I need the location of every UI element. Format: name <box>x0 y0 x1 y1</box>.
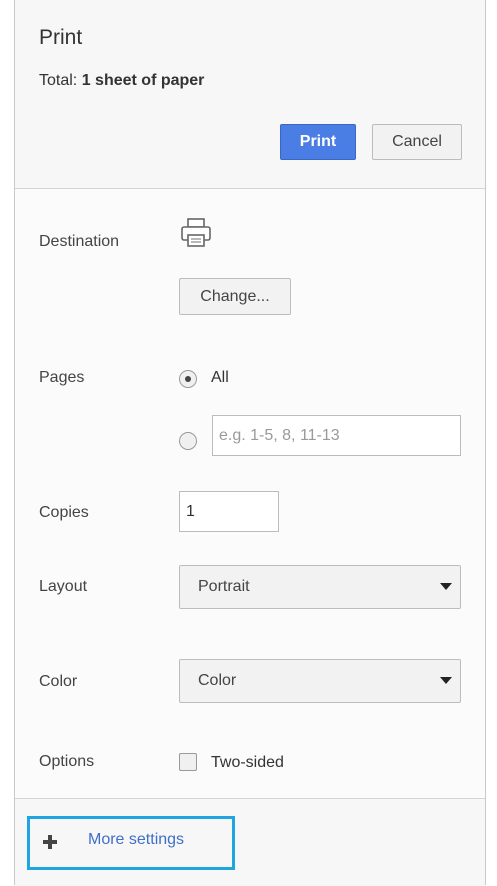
total-summary: Total: 1 sheet of paper <box>39 72 204 90</box>
color-select-value: Color <box>198 672 237 689</box>
cancel-button[interactable]: Cancel <box>372 124 462 160</box>
chevron-down-icon <box>440 583 452 590</box>
chevron-down-icon <box>440 677 452 684</box>
pages-custom-radio[interactable] <box>179 432 197 450</box>
change-destination-button[interactable]: Change... <box>179 278 291 315</box>
two-sided-label: Two-sided <box>211 754 284 771</box>
pages-custom-input[interactable]: e.g. 1-5, 8, 11-13 <box>212 415 461 456</box>
layout-select[interactable]: Portrait <box>179 565 461 609</box>
copies-label: Copies <box>39 504 89 521</box>
color-select[interactable]: Color <box>179 659 461 703</box>
page-title: Print <box>39 26 83 49</box>
total-value: 1 sheet of paper <box>81 72 205 89</box>
print-footer: More settings <box>15 798 485 886</box>
options-label: Options <box>39 753 95 770</box>
pages-all-radio[interactable] <box>179 370 197 388</box>
print-button[interactable]: Print <box>280 124 356 160</box>
total-prefix: Total: <box>39 72 78 89</box>
destination-label: Destination <box>39 233 120 250</box>
printer-icon <box>181 218 211 247</box>
layout-select-value: Portrait <box>198 578 250 595</box>
print-header: Print Total: 1 sheet of paper Print Canc… <box>15 0 485 189</box>
plus-icon <box>43 835 57 849</box>
more-settings-label: More settings <box>88 831 185 848</box>
copies-input[interactable]: 1 <box>179 491 279 532</box>
more-settings-button[interactable]: More settings <box>27 816 235 870</box>
color-label: Color <box>39 673 78 690</box>
print-panel: Print Total: 1 sheet of paper Print Canc… <box>14 0 486 886</box>
pages-all-label: All <box>211 369 229 386</box>
layout-label: Layout <box>39 578 88 595</box>
pages-label: Pages <box>39 369 85 386</box>
two-sided-checkbox[interactable] <box>179 753 197 771</box>
